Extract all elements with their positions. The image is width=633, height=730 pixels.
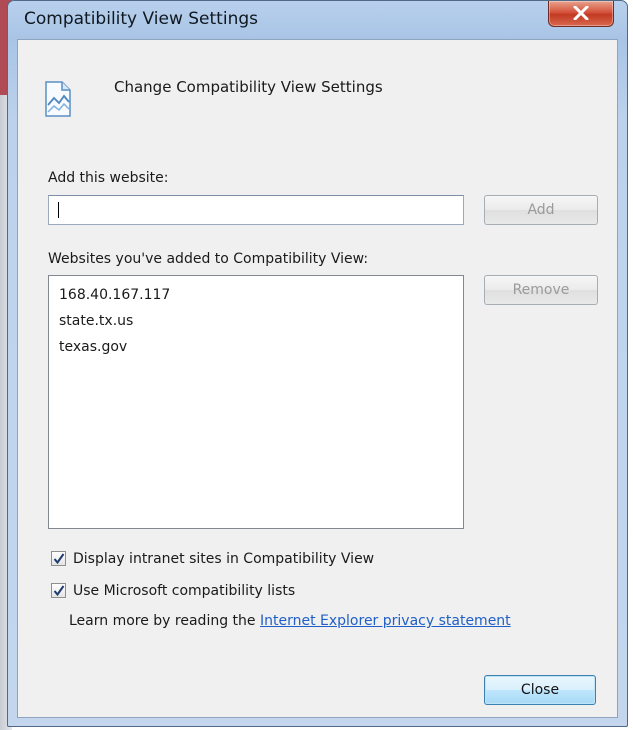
compatibility-view-icon [45,81,71,117]
compatibility-view-dialog: Compatibility View Settings Change Compa… [7,0,628,727]
title-bar[interactable]: Compatibility View Settings [8,1,627,39]
dialog-body: Change Compatibility View Settings Add t… [17,39,618,718]
microsoft-lists-label[interactable]: Use Microsoft compatibility lists [73,581,295,601]
privacy-statement-link[interactable]: Internet Explorer privacy statement [260,613,511,629]
close-icon [573,6,589,20]
window-title: Compatibility View Settings [24,9,258,29]
list-item[interactable]: 168.40.167.117 [59,282,463,308]
checkmark-icon [53,585,65,597]
dialog-heading: Change Compatibility View Settings [114,78,383,96]
window-close-button[interactable] [548,1,614,27]
text-caret [58,202,59,218]
close-button[interactable]: Close [484,675,596,705]
checkmark-icon [53,553,65,565]
add-button[interactable]: Add [484,195,598,225]
learn-more-prefix: Learn more by reading the [69,613,256,629]
add-website-input[interactable] [48,195,464,225]
remove-button[interactable]: Remove [484,275,598,305]
intranet-label[interactable]: Display intranet sites in Compatibility … [73,549,374,569]
intranet-checkbox[interactable] [51,551,66,566]
list-item[interactable]: texas.gov [59,334,463,360]
list-item[interactable]: state.tx.us [59,308,463,334]
microsoft-lists-checkbox[interactable] [51,583,66,598]
added-websites-list[interactable]: 168.40.167.117 state.tx.us texas.gov [48,275,464,529]
add-website-label: Add this website: [48,170,169,186]
learn-more-text: Learn more by reading the Internet Explo… [69,613,511,629]
added-websites-label: Websites you've added to Compatibility V… [48,251,369,267]
